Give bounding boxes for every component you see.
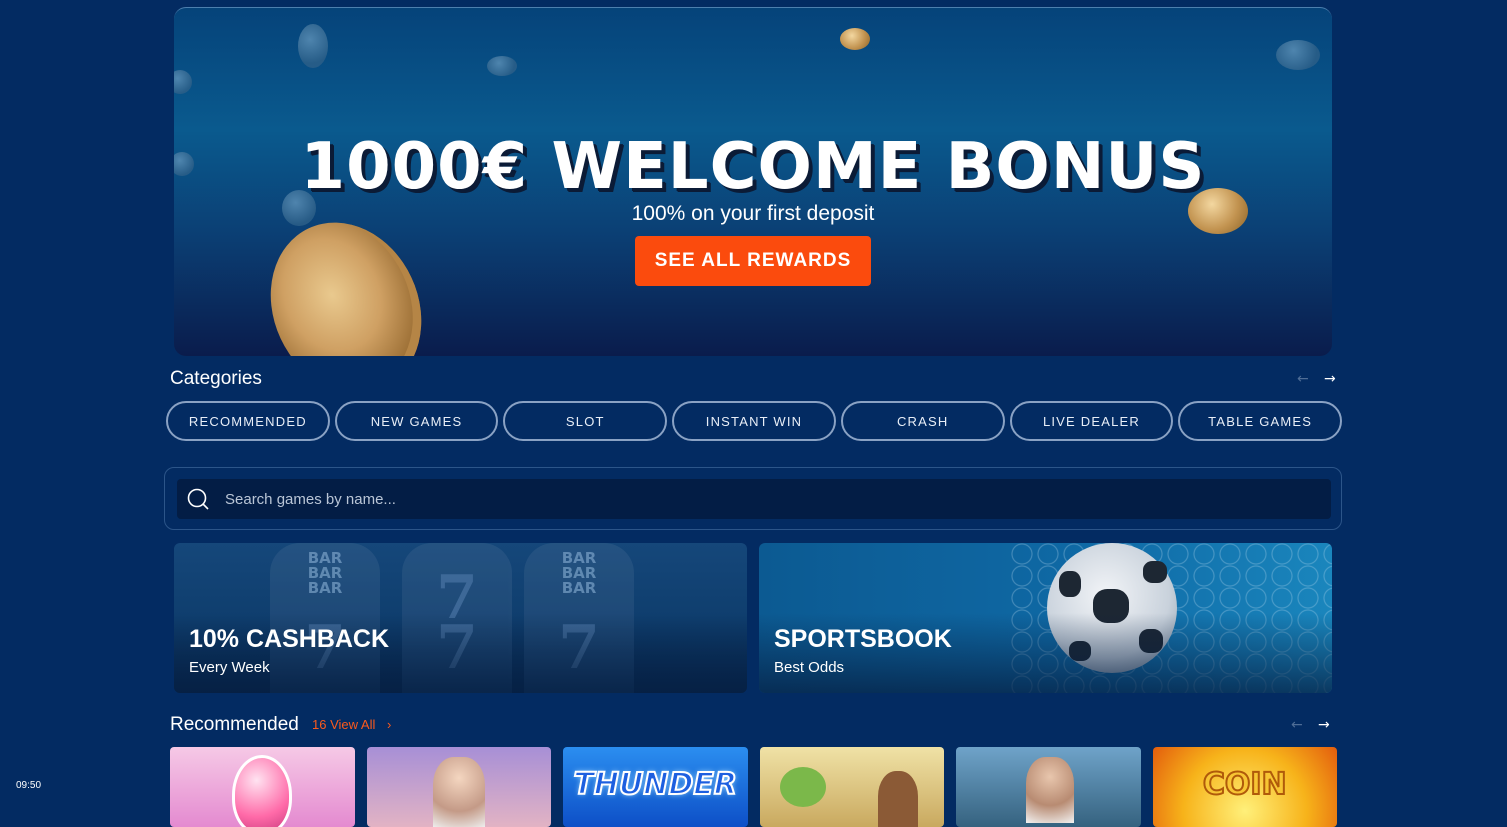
egg-graphic — [232, 755, 292, 827]
coin-decoration — [298, 24, 328, 68]
explorer-graphic — [877, 771, 918, 827]
category-live-dealer[interactable]: LIVE DEALER — [1009, 401, 1174, 441]
hero-subtitle: 100% on your first deposit — [631, 202, 875, 225]
game-tile[interactable] — [956, 747, 1141, 827]
arrow-right-icon[interactable]: → — [1318, 717, 1330, 733]
category-instant-win[interactable]: INSTANT WIN — [672, 401, 836, 441]
cashback-promo-card[interactable]: BARBARBAR 7 7 7 BARBARBAR 7 10% CASHBACK… — [174, 543, 747, 693]
coin-decoration — [174, 70, 192, 94]
category-recommended[interactable]: RECOMMENDED — [166, 401, 330, 441]
game-tile[interactable] — [170, 747, 355, 827]
status-time: 09:50 — [16, 780, 42, 791]
game-tile[interactable]: THUNDER — [563, 747, 748, 827]
arrow-right-icon[interactable]: → — [1324, 371, 1336, 387]
category-table-games[interactable]: TABLE GAMES — [1178, 401, 1343, 441]
coin-decoration — [1276, 40, 1320, 70]
zeus-graphic — [1026, 757, 1074, 823]
category-crash[interactable]: CRASH — [840, 401, 1005, 441]
game-tile-label: COIN — [1202, 766, 1288, 803]
search-box[interactable] — [177, 479, 1331, 519]
category-slot[interactable]: SLOT — [503, 401, 668, 441]
see-all-rewards-button[interactable]: SEE ALL REWARDS — [635, 236, 871, 286]
search-icon — [187, 488, 209, 510]
search-input[interactable] — [223, 479, 1313, 519]
coin-decoration — [840, 28, 870, 50]
welcome-bonus-banner[interactable]: 1000€ WELCOME BONUS 100% on your first d… — [174, 7, 1332, 356]
chevron-right-icon: › — [386, 717, 392, 732]
category-pills: RECOMMENDED NEW GAMES SLOT INSTANT WIN C… — [166, 401, 1343, 441]
game-tile[interactable]: COIN — [1152, 747, 1337, 827]
game-tile-label: THUNDER — [572, 766, 738, 803]
search-panel — [164, 467, 1342, 530]
arrow-left-icon[interactable]: ← — [1291, 717, 1303, 733]
sportsbook-promo-card[interactable]: SPORTSBOOK Best Odds — [759, 543, 1332, 693]
recommended-title: Recommended — [170, 714, 299, 735]
promo-subtitle: Every Week — [189, 659, 270, 676]
zeus-graphic — [432, 757, 485, 827]
frog-graphic — [779, 767, 826, 807]
promo-title: SPORTSBOOK — [774, 625, 952, 653]
view-all-link[interactable]: 16 View All › — [312, 717, 391, 732]
hero-title: 1000€ WELCOME BONUS — [300, 130, 1206, 204]
promo-title: 10% CASHBACK — [189, 625, 390, 653]
arrow-left-icon[interactable]: ← — [1297, 371, 1309, 387]
promo-subtitle: Best Odds — [774, 659, 845, 676]
coin-decoration — [487, 56, 517, 76]
game-tile[interactable] — [759, 747, 944, 827]
game-tile[interactable] — [366, 747, 551, 827]
category-new-games[interactable]: NEW GAMES — [334, 401, 499, 441]
categories-title: Categories — [170, 368, 262, 389]
recommended-games: THUNDER COIN — [170, 747, 1337, 827]
